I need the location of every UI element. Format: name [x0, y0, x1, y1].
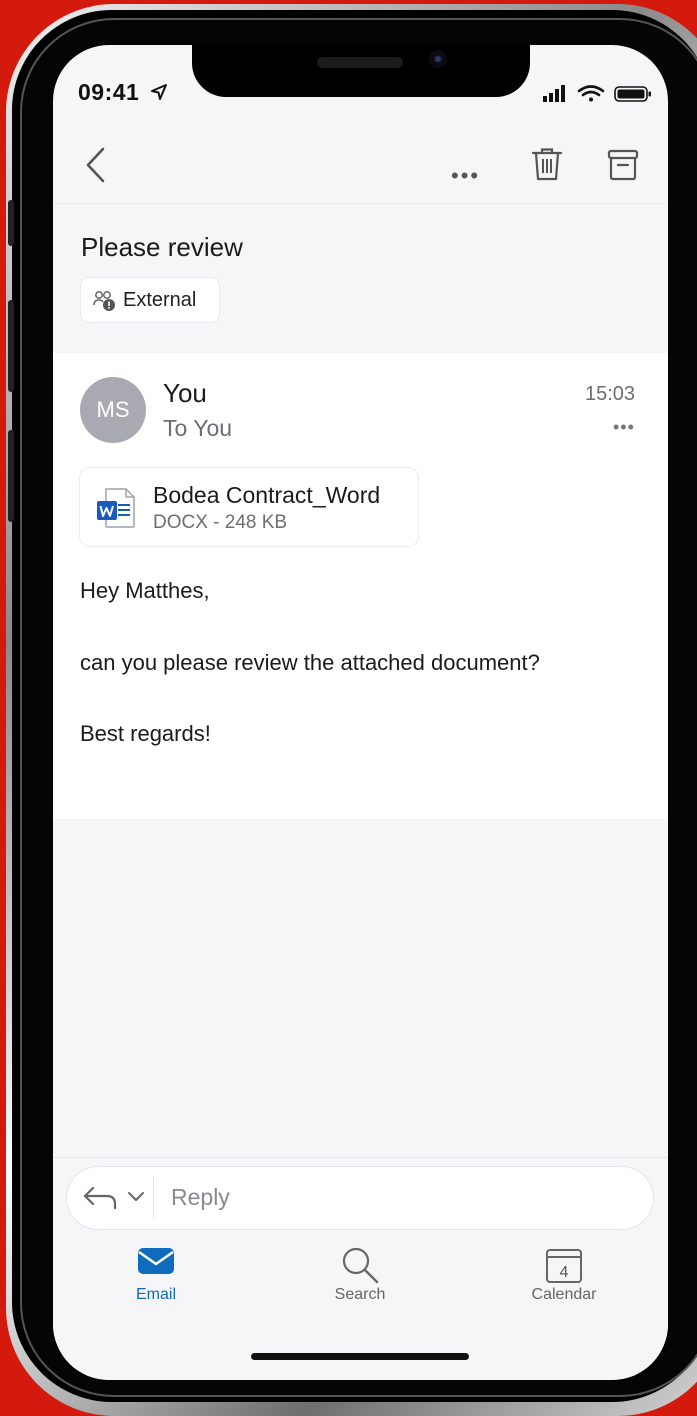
volume-down-button: [8, 430, 14, 522]
tab-calendar-label: Calendar: [531, 1286, 597, 1303]
reply-arrow-icon[interactable]: [83, 1185, 119, 1211]
tab-search[interactable]: Search: [300, 1245, 420, 1304]
calendar-day: 4: [560, 1264, 569, 1281]
external-tag-label: External: [123, 289, 197, 311]
tab-email[interactable]: Email: [96, 1245, 216, 1304]
reply-bar[interactable]: Reply: [67, 1167, 653, 1229]
external-tag: External: [81, 278, 219, 322]
attachment-name: Bodea Contract_Word: [153, 482, 381, 508]
signal-icon: [543, 85, 565, 102]
mute-switch: [8, 200, 14, 246]
message-time: 15:03: [585, 383, 636, 405]
notch: [192, 45, 530, 97]
back-chevron-icon[interactable]: [83, 145, 107, 185]
status-time: 09:41: [78, 79, 140, 105]
speaker: [317, 57, 403, 68]
wifi-icon: [577, 85, 605, 102]
message-more-icon[interactable]: •••: [613, 417, 635, 438]
body-greeting: Hey Matthes,: [80, 578, 210, 603]
front-camera: [429, 50, 447, 68]
reply-input[interactable]: Reply: [171, 1184, 230, 1211]
volume-up-button: [8, 300, 14, 392]
email-subject: Please review: [81, 232, 243, 262]
phone-screen: 09:41 ••• Please review External MS You …: [53, 45, 668, 1380]
home-indicator: [251, 1353, 469, 1360]
recipient-line[interactable]: To You: [163, 415, 232, 442]
battery-icon: [614, 86, 651, 102]
chevron-down-icon[interactable]: [127, 1191, 145, 1203]
reply-divider: [153, 1177, 154, 1219]
tab-search-label: Search: [334, 1286, 386, 1303]
location-arrow-icon: [151, 84, 167, 100]
trash-icon[interactable]: [530, 146, 564, 182]
external-people-icon: [93, 291, 115, 311]
sender-name[interactable]: You: [163, 378, 207, 409]
mail-icon: [138, 1248, 174, 1274]
archive-icon[interactable]: [607, 148, 639, 182]
status-icons: [543, 85, 651, 102]
more-options-icon[interactable]: •••: [451, 163, 480, 189]
avatar[interactable]: MS: [80, 377, 146, 443]
search-icon: [342, 1247, 379, 1284]
body-signoff: Best regards!: [80, 721, 211, 746]
calendar-icon: 4: [546, 1249, 582, 1283]
attachment-meta: DOCX - 248 KB: [153, 512, 288, 533]
tab-email-label: Email: [135, 1286, 176, 1303]
tab-calendar[interactable]: 4 Calendar: [504, 1245, 624, 1304]
word-doc-icon: [97, 488, 135, 528]
body-text: can you please review the attached docum…: [80, 650, 540, 675]
attachment-card[interactable]: Bodea Contract_Word DOCX - 248 KB: [80, 468, 418, 546]
